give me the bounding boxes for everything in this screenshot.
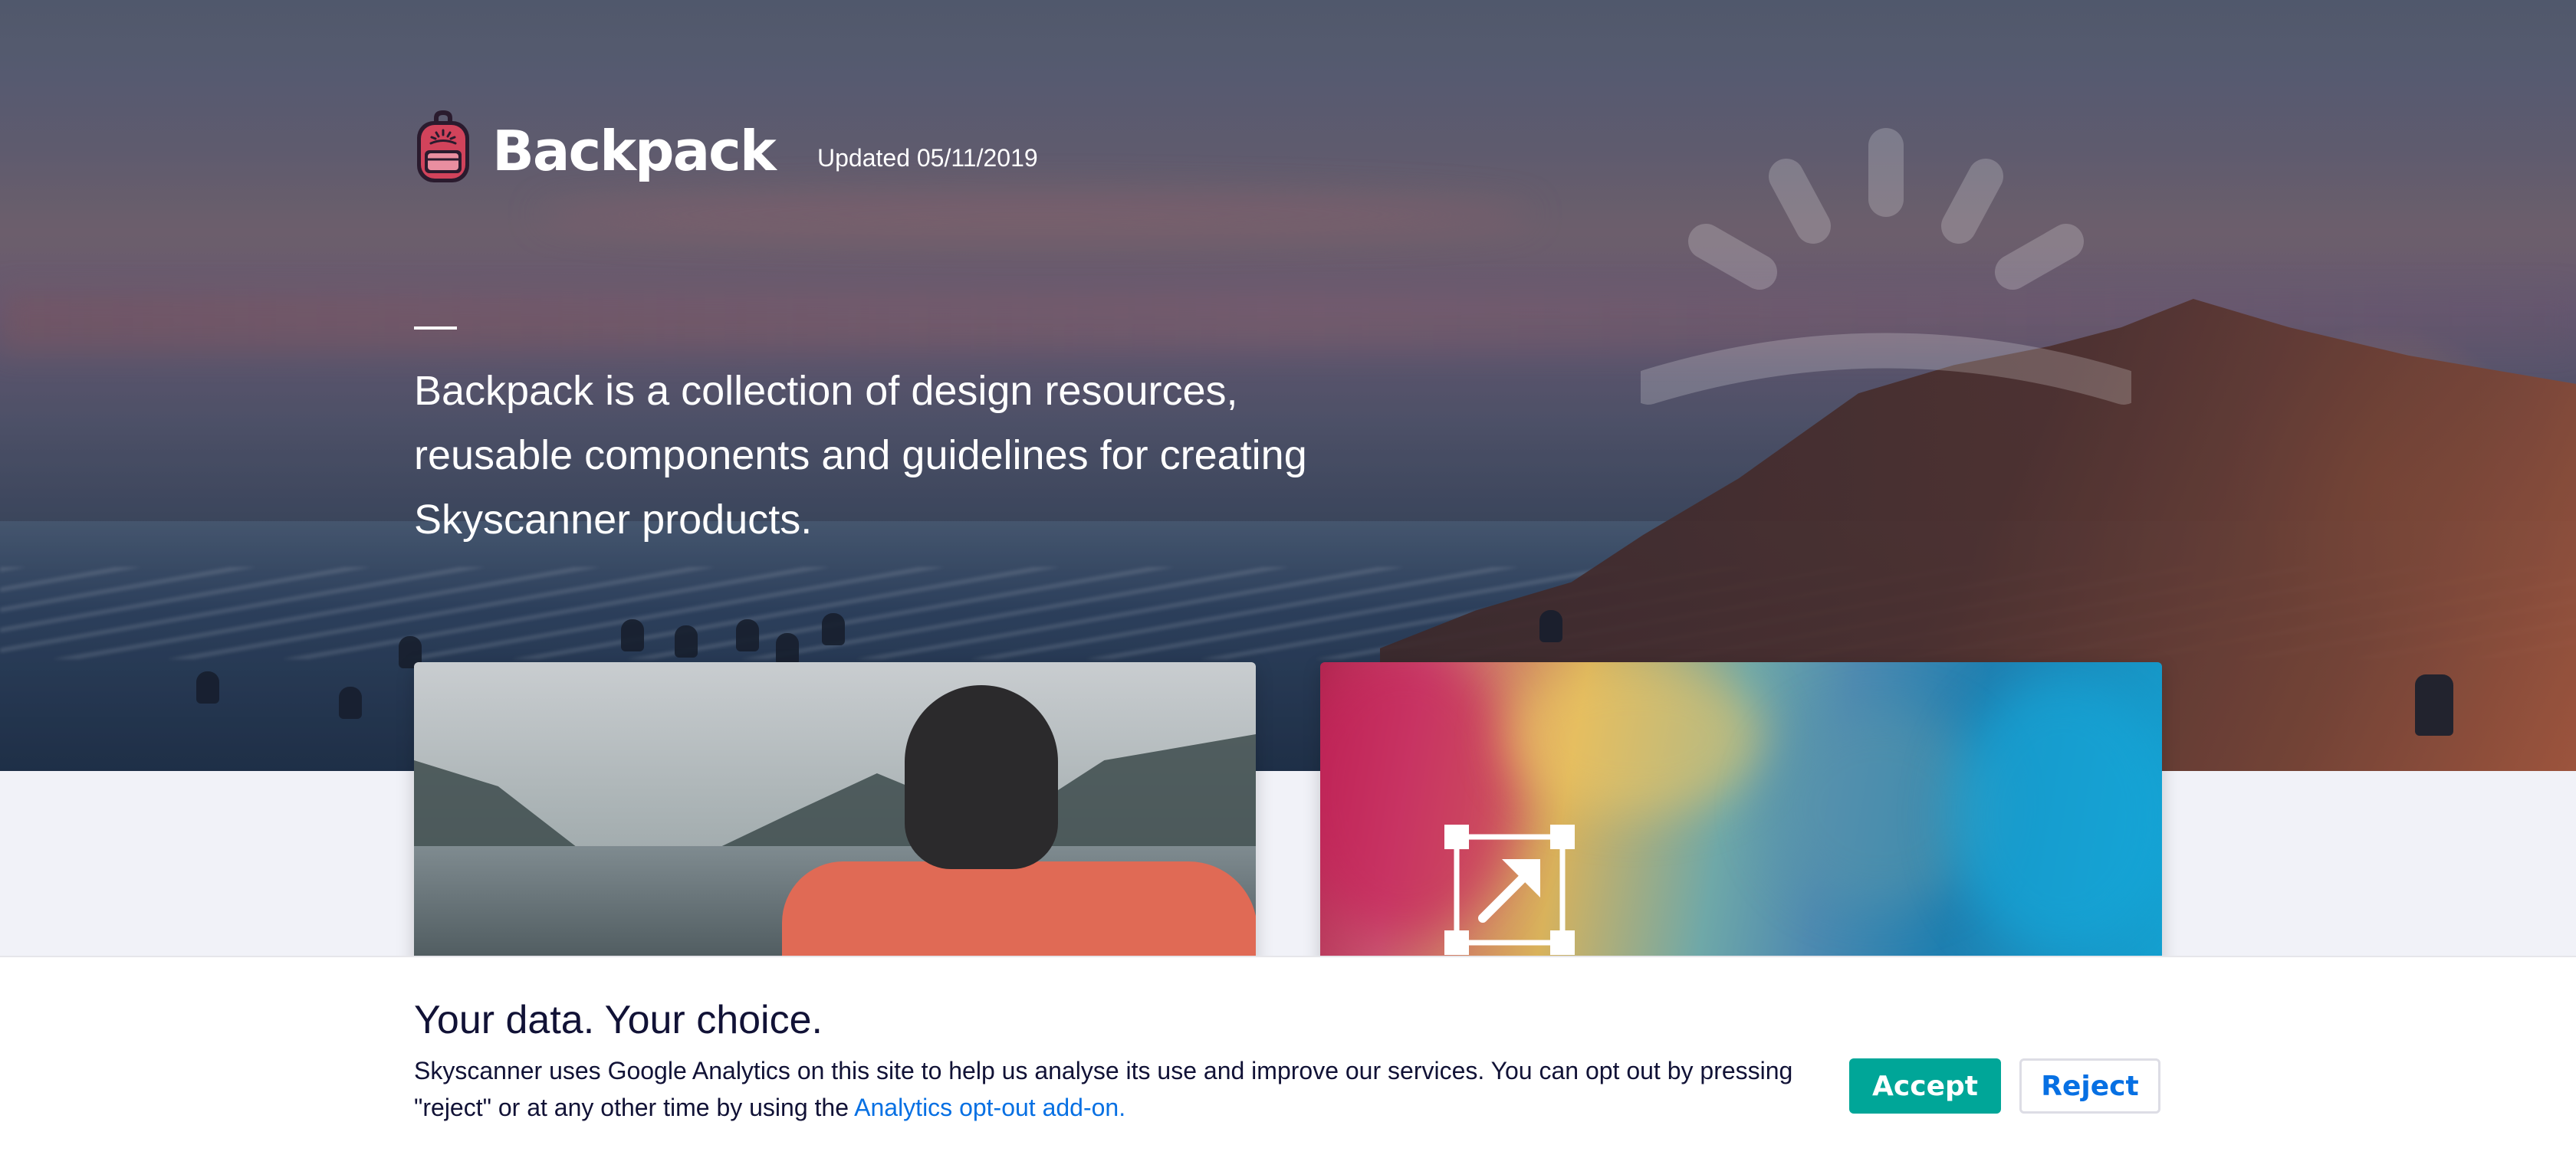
accept-button[interactable]: Accept — [1849, 1058, 2001, 1114]
resize-arrow-icon — [1444, 825, 1575, 955]
cookie-consent-banner: Your data. Your choice. Skyscanner uses … — [0, 956, 2576, 1168]
cookie-banner-title: Your data. Your choice. — [414, 998, 823, 1042]
resources-card[interactable] — [1320, 662, 2162, 969]
brand-name[interactable]: Backpack — [492, 116, 777, 185]
reject-button[interactable]: Reject — [2019, 1058, 2160, 1114]
sun-watermark-icon — [1641, 128, 2131, 405]
components-card[interactable] — [414, 662, 1256, 969]
backpack-logo-icon[interactable] — [414, 110, 472, 184]
analytics-opt-out-link[interactable]: Analytics opt-out add-on. — [854, 1094, 1125, 1121]
intro-text: Backpack is a collection of design resou… — [414, 368, 1307, 543]
updated-date: Updated 05/11/2019 — [817, 144, 1038, 172]
cookie-banner-body: Skyscanner uses Google Analytics on this… — [414, 1052, 1832, 1126]
intro-divider — [414, 326, 457, 330]
